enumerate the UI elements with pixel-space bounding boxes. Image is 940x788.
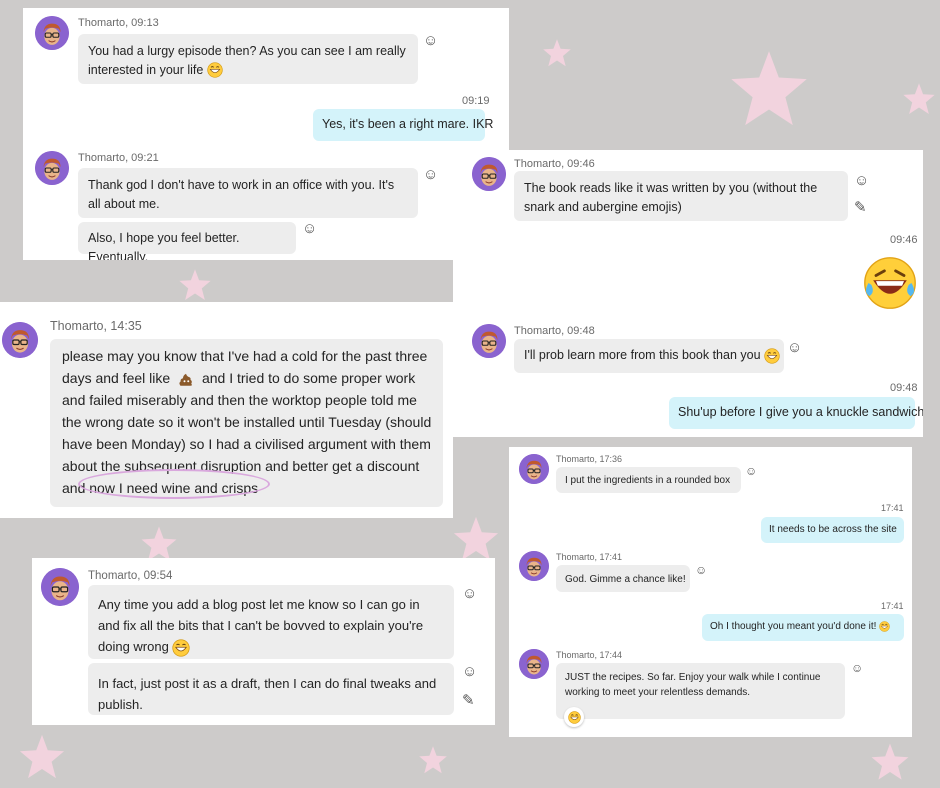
message-text: JUST the recipes. So far. Enjoy your wal… [565,672,821,698]
message-bubble: Thank god I don't have to work in an off… [78,168,418,218]
smiley-icon[interactable]: ☺ [423,32,438,49]
decorative-star-icon [18,733,66,781]
decorative-star-icon [452,515,500,563]
message-text: Thank god I don't have to work in an off… [88,178,395,211]
message-text: I put the ingredients in a rounded box [565,475,731,486]
message-bubble: I put the ingredients in a rounded box [556,467,741,493]
message-meta: Thomarto, 14:35 [50,319,142,333]
avatar [472,157,506,191]
smiley-icon[interactable]: ☺ [462,585,477,602]
message-line: and failed miserably and then the workto… [62,392,417,408]
laughing-tears-emoji-icon [862,255,918,311]
pencil-icon[interactable]: ✎ [854,198,867,216]
grinning-emoji-icon [568,711,581,724]
grinning-emoji-icon [764,348,780,364]
smiley-icon[interactable]: ☺ [423,166,438,183]
message-bubble: The book reads like it was written by yo… [514,171,848,221]
message-time: 09:19 [462,95,490,107]
message-bubble: Any time you add a blog post let me know… [88,585,454,659]
chat-screenshot-5: Thomarto, 17:36 I put the ingredients in… [509,447,912,737]
message-text: It needs to be across the site [769,524,897,535]
smiley-icon[interactable]: ☺ [462,663,477,680]
smiley-icon[interactable]: ☺ [854,172,869,189]
message-text: Oh I thought you meant you'd done it! [710,621,877,633]
message-time: 09:48 [890,382,918,394]
message-text: I'll prob learn more from this book than… [524,348,761,362]
message-text: You had a lurgy episode then? As you can… [88,44,406,77]
message-line: the wrong date so it won't be installed … [62,414,432,430]
avatar [35,151,69,185]
message-text: God. Gimme a chance like! [565,574,686,585]
decorative-star-icon [418,745,448,775]
poop-emoji-icon [177,370,195,388]
smiley-icon[interactable]: ☺ [787,339,802,356]
message-line: please may you know that I've had a cold… [62,348,428,364]
message-text: Yes, it's been a right mare. IKR [322,117,494,131]
outgoing-bubble: It needs to be across the site [761,517,904,543]
chat-screenshot-1: Thomarto, 09:13 You had a lurgy episode … [23,8,509,260]
message-time: 17:41 [881,601,904,611]
message-line: days and feel like and I tried to do som… [62,367,431,389]
grinning-emoji-icon [879,621,890,632]
outgoing-bubble: Oh I thought you meant you'd done it! [702,614,904,641]
message-bubble: You had a lurgy episode then? As you can… [78,34,418,84]
message-bubble: I'll prob learn more from this book than… [514,339,784,373]
message-bubble: Also, I hope you feel better. Eventually… [78,222,296,260]
outgoing-bubble: Yes, it's been a right mare. IKR [313,109,493,141]
message-meta: Thomarto, 09:13 [78,17,159,29]
message-text: Any time you add a blog post let me know… [98,597,424,654]
message-bubble: In fact, just post it as a draft, then I… [88,663,454,715]
message-meta: Thomarto, 09:48 [514,325,595,337]
message-text: Also, I hope you feel better. Eventually… [88,231,240,260]
message-text: Shu'up before I give you a knuckle sandw… [678,405,923,419]
message-meta: Thomarto, 17:44 [556,650,623,660]
decorative-star-icon [902,82,936,116]
message-line: have been Monday) so I had a civilised a… [62,436,431,452]
avatar [35,16,69,50]
smiley-icon[interactable]: ☺ [745,464,757,478]
message-meta: Thomarto, 17:41 [556,552,623,562]
decorative-star-icon [542,38,572,68]
decorative-star-icon [178,268,212,302]
message-text: In fact, just post it as a draft, then I… [98,676,437,712]
message-meta: Thomarto, 17:36 [556,454,623,464]
decorative-star-icon [728,48,810,130]
decorative-star-icon [870,742,910,782]
avatar [519,454,549,484]
grinning-emoji-icon [172,639,190,657]
smiley-icon[interactable]: ☺ [695,563,707,577]
message-meta: Thomarto, 09:46 [514,158,595,170]
message-time: 17:41 [881,503,904,513]
message-meta: Thomarto, 09:54 [88,570,173,582]
reaction-badge[interactable] [564,707,584,727]
smiley-icon[interactable]: ☺ [851,661,863,675]
chat-screenshot-3: Thomarto, 14:35 please may you know that… [0,302,453,518]
highlight-circle [78,469,270,499]
avatar [41,568,79,606]
message-text: The book reads like it was written by yo… [524,181,818,214]
chat-screenshot-2: Thomarto, 09:46 The book reads like it w… [453,150,923,437]
avatar [472,324,506,358]
pencil-icon[interactable]: ✎ [462,691,475,709]
avatar [519,649,549,679]
message-meta: Thomarto, 09:21 [78,152,159,164]
grinning-emoji-icon [207,62,223,78]
smiley-icon[interactable]: ☺ [302,220,317,237]
outgoing-bubble: Shu'up before I give you a knuckle sandw… [669,397,923,429]
message-time: 09:46 [890,234,918,246]
chat-screenshot-4: Thomarto, 09:54 Any time you add a blog … [32,558,495,725]
message-bubble: God. Gimme a chance like! [556,565,690,592]
avatar [519,551,549,581]
avatar [2,322,38,358]
message-bubble: JUST the recipes. So far. Enjoy your wal… [556,663,845,719]
